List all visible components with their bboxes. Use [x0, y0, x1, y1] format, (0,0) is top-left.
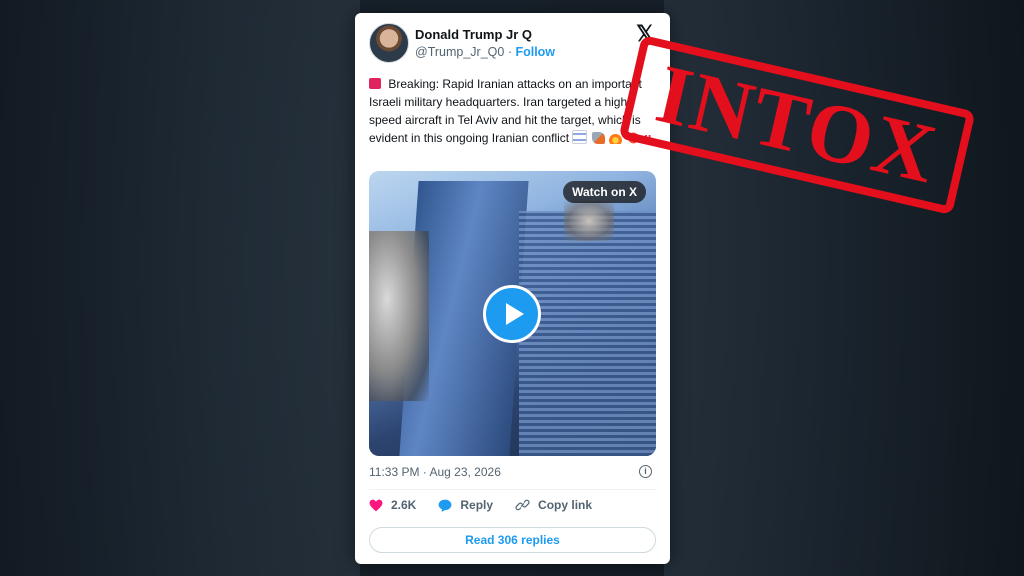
follow-link[interactable]: Follow [515, 45, 555, 59]
link-icon [515, 499, 530, 511]
rocket-icon [591, 132, 605, 144]
divider [369, 489, 656, 490]
info-icon[interactable]: i [639, 465, 652, 478]
copy-link-label: Copy link [538, 498, 593, 512]
read-replies-button[interactable]: Read 306 replies [369, 527, 656, 553]
author-name[interactable]: Donald Trump Jr Q [415, 27, 532, 42]
embedded-post-card: Donald Trump Jr Q @Trump_Jr_Q0 · Follow … [355, 13, 670, 564]
like-count: 2.6K [391, 498, 417, 512]
handle-separator: · [504, 45, 516, 59]
israel-flag-icon [572, 130, 588, 144]
background-blur-left [0, 0, 360, 576]
author-handle-line: @Trump_Jr_Q0 · Follow [415, 45, 555, 59]
smoke-image-top [564, 201, 614, 241]
video-thumbnail[interactable]: Watch on X [369, 171, 656, 456]
reply-button[interactable]: Reply [438, 498, 493, 512]
like-button[interactable]: 2.6K [369, 498, 416, 512]
watch-on-x-button[interactable]: Watch on X [563, 181, 646, 203]
copy-link-button[interactable]: Copy link [515, 498, 592, 512]
smoke-image [369, 231, 429, 401]
play-button[interactable] [483, 285, 541, 343]
reply-label: Reply [460, 498, 494, 512]
action-bar: 2.6K Reply Copy link [369, 498, 614, 512]
heart-icon [369, 499, 383, 511]
play-icon [505, 303, 524, 325]
avatar[interactable] [369, 23, 409, 63]
siren-emoji-icon [369, 78, 381, 89]
reply-bubble-icon [438, 499, 452, 512]
post-timestamp[interactable]: 11:33 PM · Aug 23, 2026 [369, 465, 501, 479]
post-text: Breaking: Rapid Iranian attacks on an im… [369, 75, 659, 149]
author-handle[interactable]: @Trump_Jr_Q0 [415, 45, 504, 59]
building-image-right [519, 211, 656, 456]
